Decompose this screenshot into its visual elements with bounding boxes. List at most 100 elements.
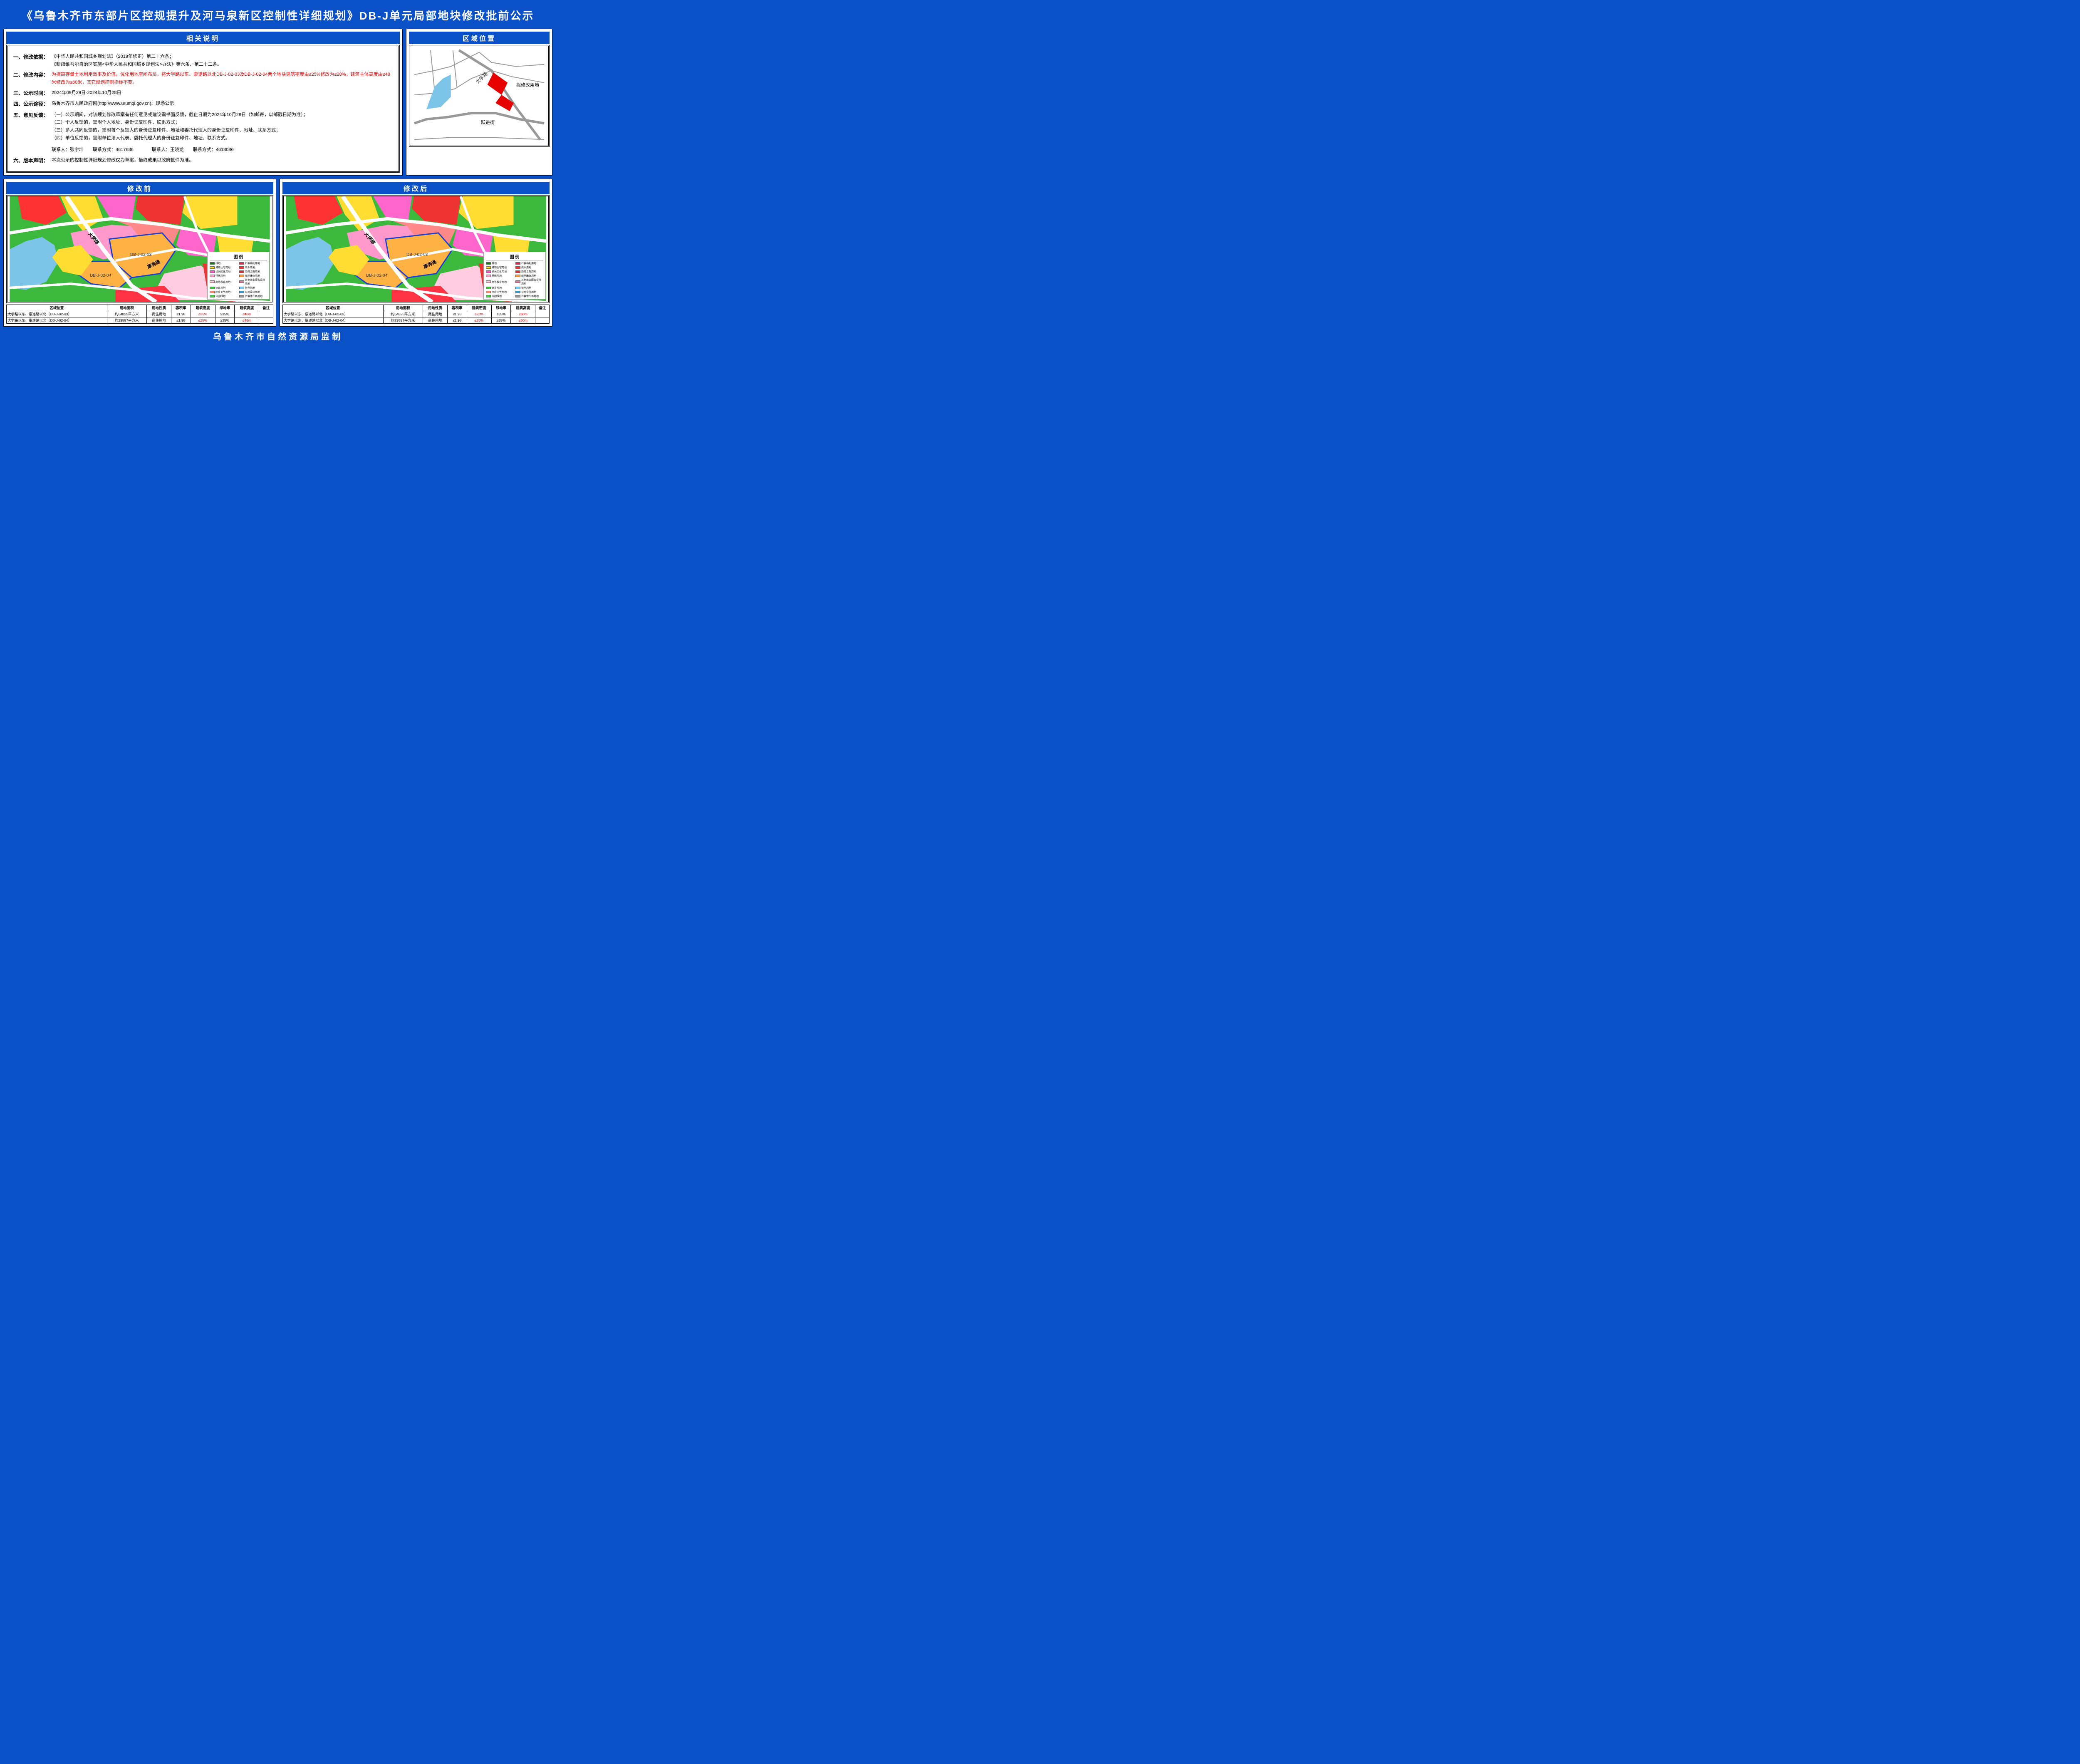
explain-text: （一）公示期间，对该规划修改草案有任何意见或建议需书面反馈，截止日期为2024年… — [52, 111, 393, 142]
legend-item: 社会停车场用地 — [239, 294, 267, 298]
explain-header: 相关说明 — [6, 32, 400, 44]
table-row: 大学路以东、康遂路以北（DB-J-02-04）约29597平方米商住用地≤1.9… — [283, 317, 550, 324]
table-header: 建筑密度 — [191, 305, 215, 311]
legend-item: 公用设施用地 — [515, 290, 543, 294]
table-header: 备注 — [535, 305, 550, 311]
table-cell: 大学路以东、康遂路以北（DB-J-02-04） — [283, 317, 384, 324]
table-cell: 商住用地 — [423, 311, 447, 317]
table-cell: ≤1.98 — [171, 317, 191, 324]
legend-item: 科研用地 — [210, 274, 238, 277]
explain-label: 一、修改依据： — [13, 53, 52, 68]
legend-item: 社会停车场用地 — [515, 294, 543, 298]
after-header: 修改后 — [282, 182, 550, 194]
explain-label: 六、版本声明： — [13, 156, 52, 165]
table-header: 容积率 — [171, 305, 191, 311]
legend-item: 其他商业服务设施用地 — [515, 278, 543, 285]
legend-label: 体育用地 — [492, 286, 502, 290]
legend-label: 商务金融用地 — [521, 270, 536, 273]
table-cell: ≤1.98 — [448, 317, 467, 324]
legend-swatch — [239, 262, 244, 265]
legend-swatch — [210, 262, 215, 265]
legend-item: 商务金融用地 — [239, 270, 267, 273]
legend-item: 体育用地 — [486, 286, 514, 290]
legend-label: 城镇住宅用地 — [215, 265, 230, 269]
explain-label: 二、修改内容： — [13, 71, 52, 86]
explain-label: 三、公示时间： — [13, 89, 52, 97]
legend-swatch — [486, 270, 491, 273]
legend-label: 林地 — [215, 261, 220, 265]
legend-swatch — [210, 275, 215, 277]
table-header: 绿地率 — [491, 305, 510, 311]
explain-item: 一、修改依据：《中华人民共和国城乡规划法》（2019年修正）第二十六条；《新疆维… — [13, 53, 393, 68]
table-header: 容积率 — [448, 305, 467, 311]
table-cell: ≥35% — [215, 317, 234, 324]
legend-swatch — [239, 270, 244, 273]
legend-swatch — [486, 262, 491, 265]
legend-swatch — [486, 287, 491, 289]
legend-label: 医疗卫生用地 — [492, 290, 507, 294]
legend-swatch — [239, 287, 244, 289]
legend-item: 商业用地 — [239, 265, 267, 269]
legend-label: 医疗卫生用地 — [215, 290, 230, 294]
legend-swatch — [486, 280, 491, 283]
after-map: DB-J-02-03DB-J-02-04大学路康秀路图 例林地社会福利用地城镇住… — [282, 195, 550, 303]
explain-text: 2024年09月29日-2024年10月28日 — [52, 89, 393, 97]
legend-swatch — [210, 287, 215, 289]
table-cell: 大学路以东、康遂路以北（DB-J-02-03） — [283, 311, 384, 317]
legend-swatch — [210, 280, 215, 283]
location-map: 大学路 跃进街 拟修改用地 — [409, 45, 550, 147]
table-cell — [259, 317, 273, 324]
legend-label: 社会停车场用地 — [521, 294, 539, 298]
legend-label: 供电用地 — [521, 286, 531, 290]
table-cell: ≤1.98 — [448, 311, 467, 317]
legend-item: 供电用地 — [515, 286, 543, 290]
before-map: DB-J-02-03DB-J-02-04大学路康秀路图 例林地社会福利用地城镇住… — [6, 195, 273, 303]
legend-item: 体育用地 — [210, 286, 238, 290]
explain-item: 三、公示时间：2024年09月29日-2024年10月28日 — [13, 89, 393, 97]
table-cell: ≤28% — [467, 311, 491, 317]
table-cell: 商住用地 — [146, 311, 171, 317]
legend-item: 社会福利用地 — [239, 261, 267, 265]
legend-swatch — [486, 295, 491, 297]
legend-label: 公用设施用地 — [521, 290, 536, 294]
legend-label: 林地 — [492, 261, 497, 265]
location-svg — [410, 46, 548, 146]
legend-item: 社会福利用地 — [515, 261, 543, 265]
table-header: 建筑高度 — [511, 305, 535, 311]
table-header: 用地性质 — [423, 305, 447, 311]
legend-label: 公用设施用地 — [245, 290, 260, 294]
table-cell: ≥35% — [215, 311, 234, 317]
parcel-label-03: DB-J-02-03 — [406, 253, 428, 257]
table-cell: ≤48m — [235, 311, 259, 317]
footer: 乌鲁木齐市自然资源局监制 — [3, 328, 552, 342]
legend-label: 科研用地 — [492, 274, 502, 277]
legend-item: 公园绿地 — [486, 294, 514, 298]
legend-title: 图 例 — [486, 253, 543, 260]
legend-label: 公园绿地 — [215, 294, 225, 298]
before-header: 修改前 — [6, 182, 273, 194]
legend-swatch — [239, 266, 244, 269]
legend-item: 公园绿地 — [210, 294, 238, 298]
table-cell: ≤60m — [511, 317, 535, 324]
explain-text: 本次公示的控制性详细规划修改仅为草案，最终成果以政府批件为准。 — [52, 156, 393, 165]
table-row: 大学路以东、康遂路以北（DB-J-02-03）约64825平方米商住用地≤1.9… — [7, 311, 273, 317]
table-header: 建筑密度 — [467, 305, 491, 311]
legend-label: 供电用地 — [245, 286, 255, 290]
table-cell — [535, 311, 550, 317]
table-cell: ≤48m — [235, 317, 259, 324]
explain-text: 乌鲁木齐市人民政府网(http://www.urumqi.gov.cn)、现场公… — [52, 100, 393, 108]
table-cell: ≤60m — [511, 311, 535, 317]
table-header: 用地性质 — [146, 305, 171, 311]
legend-label: 商业用地 — [245, 265, 255, 269]
before-panel: 修改前 DB-J-02-03DB-J-02-04大学路康秀路图 例林地社会福利用… — [3, 179, 276, 327]
table-header: 建筑高度 — [235, 305, 259, 311]
legend-label: 娱乐康体用地 — [521, 274, 536, 277]
legend-item: 林地 — [210, 261, 238, 265]
legend-swatch — [210, 266, 215, 269]
table-cell: ≥35% — [491, 311, 510, 317]
legend-label: 高等教育用地 — [492, 280, 507, 284]
legend-item: 高等教育用地 — [210, 278, 238, 285]
legend-label: 商业用地 — [521, 265, 531, 269]
table-row: 大学路以东、康遂路以北（DB-J-02-03）约64825平方米商住用地≤1.9… — [283, 311, 550, 317]
poster: 《乌鲁木齐市东部片区控规提升及河马泉新区控制性详细规划》DB-J单元局部地块修改… — [3, 3, 552, 342]
